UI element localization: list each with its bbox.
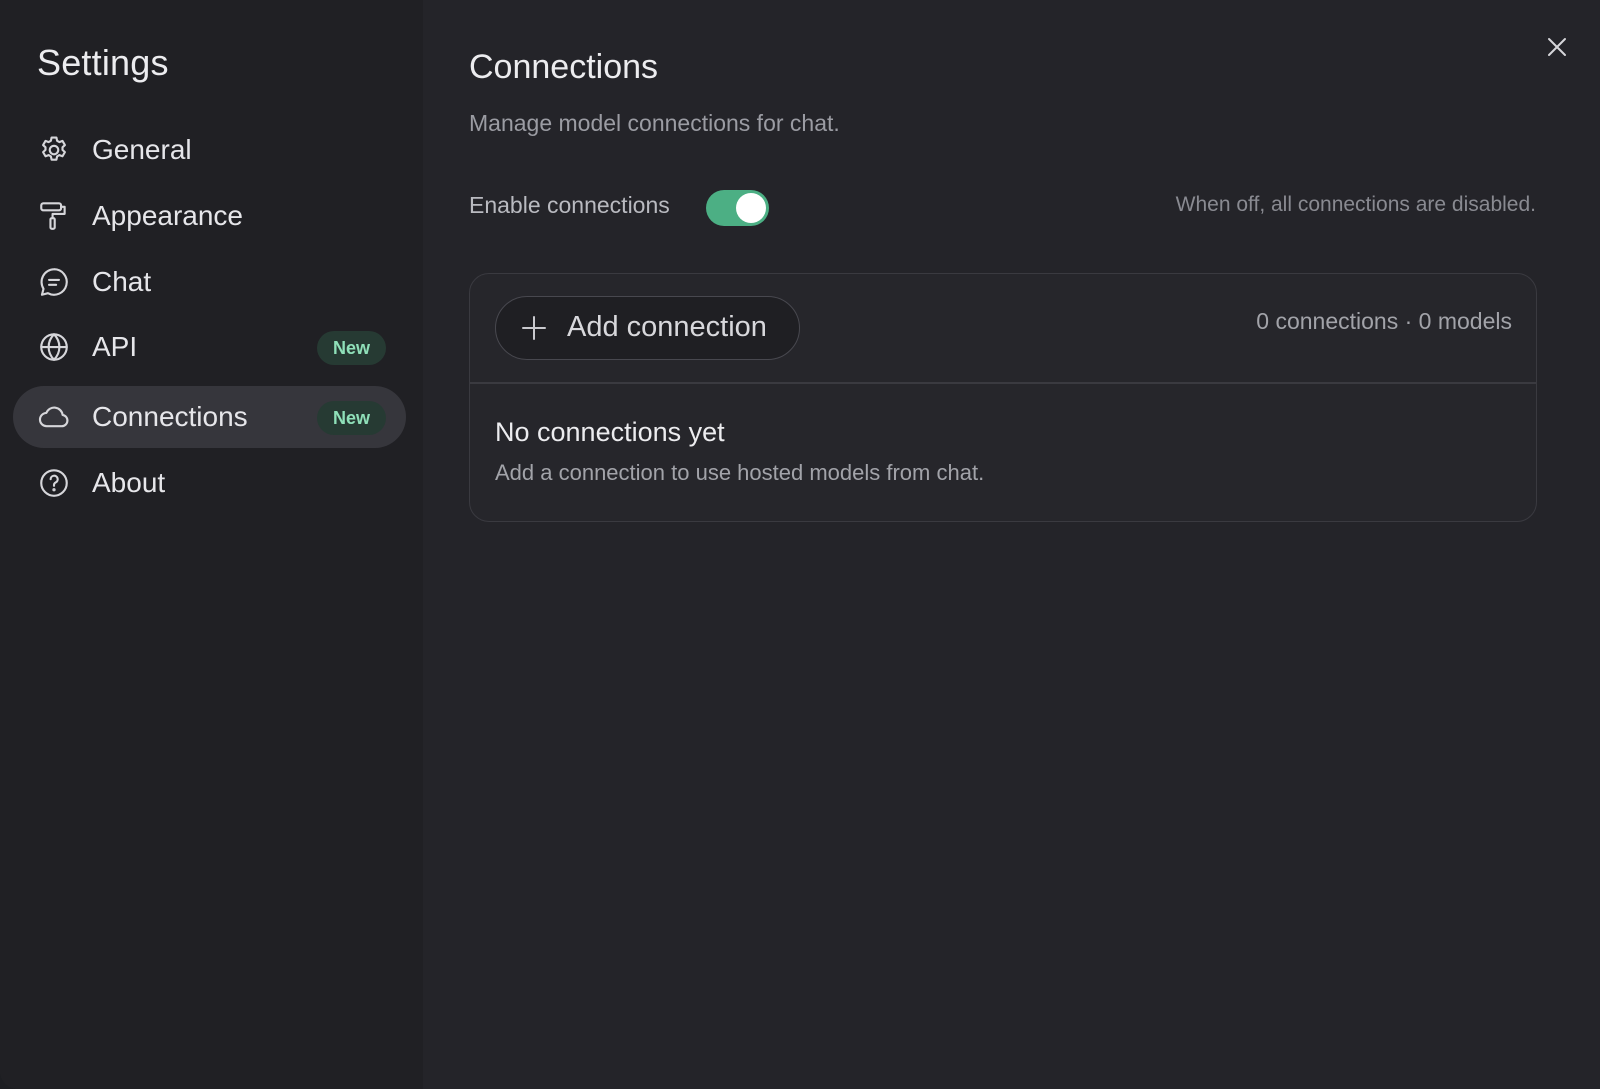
toggle-knob xyxy=(736,193,766,223)
new-badge: New xyxy=(316,331,386,365)
settings-dialog: Settings General Appearance Chat API New… xyxy=(0,0,1600,1089)
page-title: Connections xyxy=(469,48,659,86)
sidebar-item-about[interactable]: About xyxy=(13,452,406,514)
empty-state-description: Add a connection to use hosted models fr… xyxy=(495,460,985,485)
connections-count: 0 connections · 0 models xyxy=(1256,308,1512,334)
toggle-hint: When off, all connections are disabled. xyxy=(1175,193,1536,216)
sidebar-item-chat[interactable]: Chat xyxy=(13,251,406,313)
add-connection-label: Add connection xyxy=(567,311,767,343)
connections-card: Add connection 0 connections · 0 models … xyxy=(469,273,1537,522)
globe-icon xyxy=(37,330,71,364)
enable-connections-label: Enable connections xyxy=(469,192,670,218)
sidebar-item-label: Chat xyxy=(92,266,152,297)
sidebar-item-label: General xyxy=(92,134,192,165)
sidebar-title: Settings xyxy=(37,42,169,83)
settings-sidebar: Settings General Appearance Chat API New… xyxy=(0,0,423,1089)
sidebar-item-label: Appearance xyxy=(92,200,244,231)
empty-state-title: No connections yet xyxy=(495,417,725,447)
gear-icon xyxy=(37,133,71,167)
sidebar-item-label: Connections xyxy=(92,401,248,432)
add-connection-button[interactable]: Add connection xyxy=(495,296,800,360)
close-button[interactable] xyxy=(1542,32,1572,62)
plus-icon xyxy=(521,315,547,341)
enable-connections-toggle[interactable] xyxy=(706,190,769,226)
question-circle-icon xyxy=(37,466,71,500)
sidebar-item-general[interactable]: General xyxy=(13,119,406,181)
sidebar-item-appearance[interactable]: Appearance xyxy=(13,185,406,247)
card-divider xyxy=(470,382,1536,384)
sidebar-item-api[interactable]: API New xyxy=(13,316,406,378)
close-icon xyxy=(1542,38,1572,66)
sidebar-item-label: About xyxy=(92,467,166,498)
page-subtitle: Manage model connections for chat. xyxy=(469,110,840,136)
paint-roller-icon xyxy=(37,199,71,233)
chat-bubble-icon xyxy=(37,265,71,299)
new-badge: New xyxy=(316,401,386,435)
sidebar-item-label: API xyxy=(92,331,138,362)
cloud-icon xyxy=(37,400,71,434)
sidebar-item-connections[interactable]: Connections New xyxy=(13,386,406,448)
